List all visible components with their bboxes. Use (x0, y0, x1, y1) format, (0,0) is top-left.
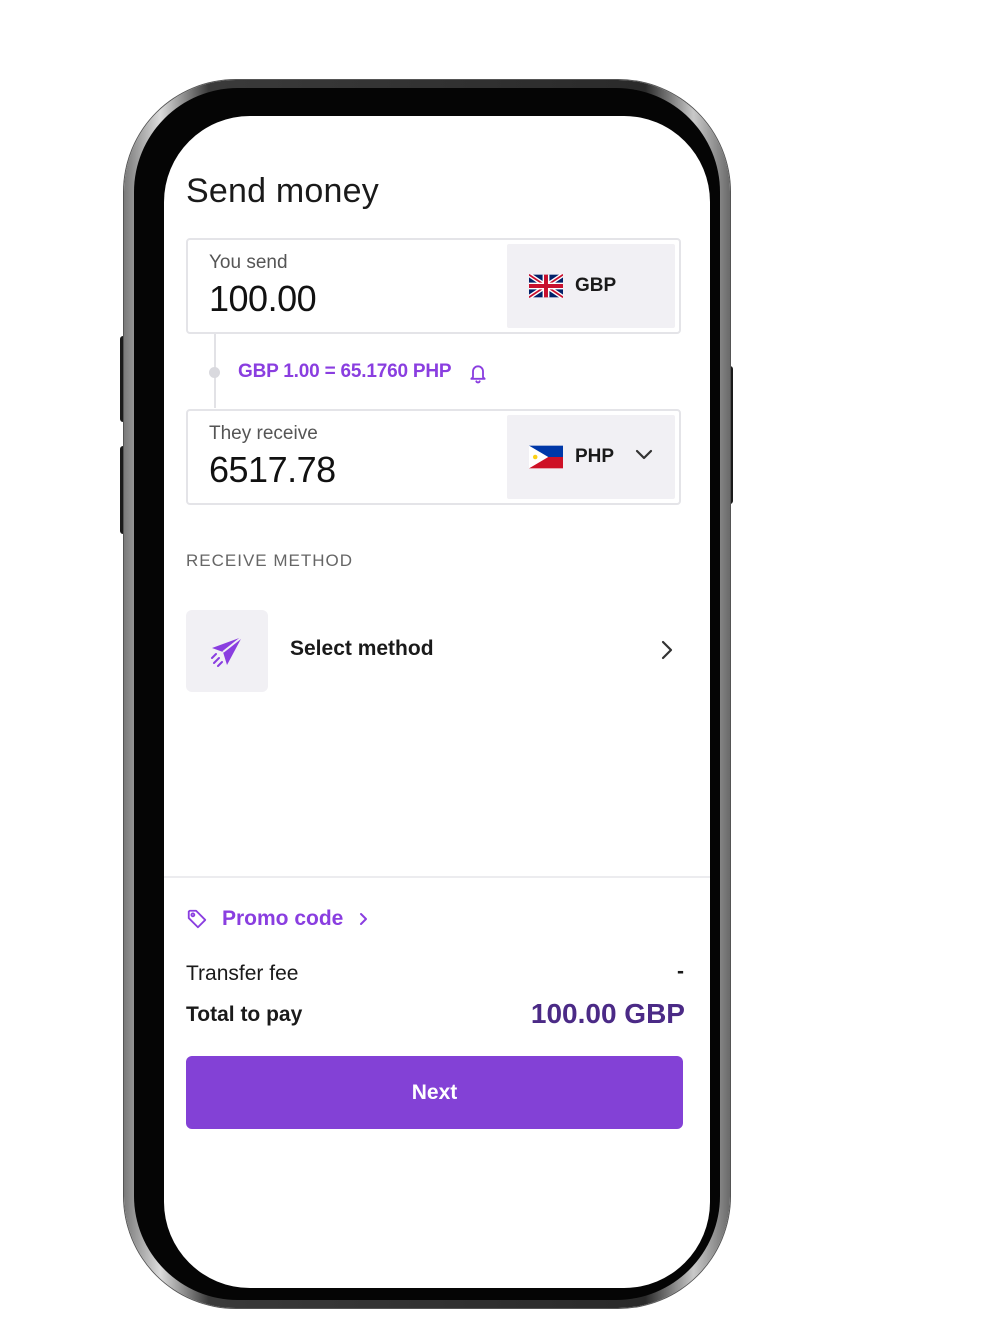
receive-amount-value[interactable]: 6517.78 (209, 449, 336, 491)
promo-code-link[interactable]: Promo code (186, 904, 369, 934)
transfer-fee-value: - (677, 960, 684, 983)
promo-chevron-right-icon (360, 913, 368, 925)
send-amount-card[interactable]: You send 100.00 GBP (186, 238, 681, 334)
chevron-down-icon (635, 449, 653, 460)
send-currency-code: GBP (575, 275, 617, 296)
receive-currency-code: PHP (575, 446, 615, 467)
send-amount-value[interactable]: 100.00 (209, 278, 317, 320)
app-screen: Send money You send 100.00 GBP GBP 1.00 … (164, 116, 710, 1288)
send-currency-selector[interactable]: GBP (507, 244, 675, 328)
receive-amount-card[interactable]: They receive 6517.78 PHP (186, 409, 681, 505)
total-to-pay-value: 100.00 GBP (530, 998, 685, 1029)
receive-currency-selector[interactable]: PHP (507, 415, 675, 499)
phone-bezel: Send money You send 100.00 GBP GBP 1.00 … (134, 88, 720, 1300)
section-divider (164, 876, 710, 878)
bell-icon[interactable] (468, 362, 488, 384)
select-method-row[interactable]: Select method (186, 610, 681, 692)
chevron-right-icon (661, 640, 673, 660)
promo-code-label: Promo code (222, 907, 344, 930)
exchange-rate-text: GBP 1.00 = 65.1760 PHP (238, 361, 452, 382)
page-title: Send money (186, 172, 379, 210)
method-icon-box (186, 610, 268, 692)
rate-connector-dot (209, 367, 220, 378)
select-method-label: Select method (290, 637, 434, 660)
receive-amount-label: They receive (209, 423, 318, 444)
paper-plane-icon (211, 636, 243, 667)
receive-method-section-label: RECEIVE METHOD (186, 551, 354, 570)
next-button[interactable]: Next (186, 1056, 683, 1129)
tag-icon (187, 909, 207, 929)
transfer-fee-label: Transfer fee (186, 962, 299, 985)
uk-flag-icon (529, 274, 563, 298)
send-amount-label: You send (209, 252, 288, 273)
phone-frame: Send money You send 100.00 GBP GBP 1.00 … (124, 80, 730, 1308)
total-to-pay-label: Total to pay (186, 1003, 303, 1026)
philippines-flag-icon (529, 445, 563, 469)
